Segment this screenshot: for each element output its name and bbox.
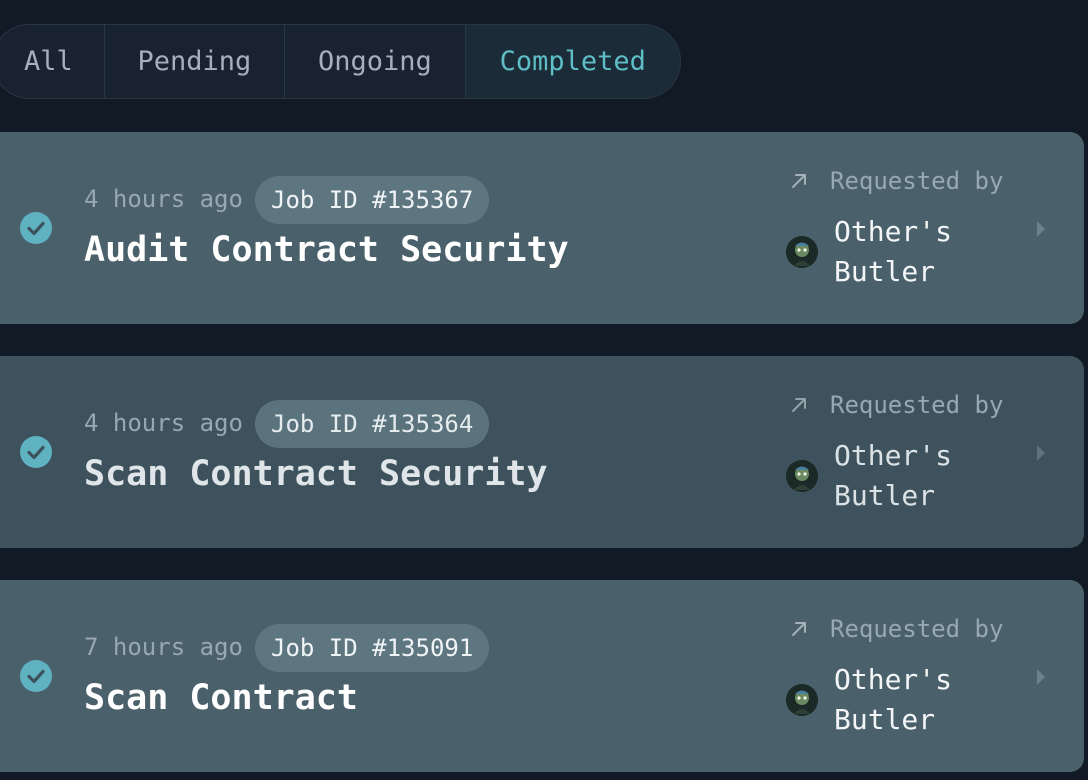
requester-name: Other's Butler xyxy=(834,212,974,292)
arrow-up-right-icon xyxy=(788,170,810,192)
job-id-badge: Job ID #135091 xyxy=(255,624,490,672)
requester-name: Other's Butler xyxy=(834,436,974,516)
job-card[interactable]: 4 hours ago Job ID #135364 Scan Contract… xyxy=(0,356,1084,548)
requester-name-line: Butler xyxy=(834,703,936,736)
check-circle-icon xyxy=(20,436,52,468)
requester-avatar xyxy=(786,684,818,716)
requester-name-line: Butler xyxy=(834,255,936,288)
tab-completed[interactable]: Completed xyxy=(465,25,680,98)
arrow-up-right-icon xyxy=(788,618,810,640)
requester-name: Other's Butler xyxy=(834,660,974,740)
job-title: Scan Contract Security xyxy=(84,454,548,494)
requester-name-line: Butler xyxy=(834,479,936,512)
job-title: Audit Contract Security xyxy=(84,230,569,270)
job-card[interactable]: 7 hours ago Job ID #135091 Scan Contract… xyxy=(0,580,1084,772)
requester-name-line: Other's xyxy=(834,215,953,248)
tab-ongoing[interactable]: Ongoing xyxy=(285,25,466,98)
tab-pending[interactable]: Pending xyxy=(105,25,286,98)
requester-name-line: Other's xyxy=(834,439,953,472)
job-time: 7 hours ago xyxy=(84,633,243,661)
job-list-page: All Pending Ongoing Completed 4 hours ag… xyxy=(0,0,1088,780)
job-time: 4 hours ago xyxy=(84,185,243,213)
status-filter-tabs: All Pending Ongoing Completed xyxy=(0,24,681,99)
arrow-up-right-icon xyxy=(788,394,810,416)
requester-avatar xyxy=(786,236,818,268)
chevron-right-icon[interactable] xyxy=(1034,442,1048,464)
job-card[interactable]: 4 hours ago Job ID #135367 Audit Contrac… xyxy=(0,132,1084,324)
requester-avatar xyxy=(786,460,818,492)
check-circle-icon xyxy=(20,660,52,692)
job-id-badge: Job ID #135364 xyxy=(255,400,490,448)
job-id-badge: Job ID #135367 xyxy=(255,176,490,224)
check-circle-icon xyxy=(20,212,52,244)
requested-by-label: Requested by xyxy=(830,391,1004,419)
requester-name-line: Other's xyxy=(834,663,953,696)
chevron-right-icon[interactable] xyxy=(1034,218,1048,240)
job-title: Scan Contract xyxy=(84,678,358,718)
requested-by-label: Requested by xyxy=(830,167,1004,195)
chevron-right-icon[interactable] xyxy=(1034,666,1048,688)
requested-by-label: Requested by xyxy=(830,615,1004,643)
job-time: 4 hours ago xyxy=(84,409,243,437)
tab-all[interactable]: All xyxy=(0,25,105,98)
